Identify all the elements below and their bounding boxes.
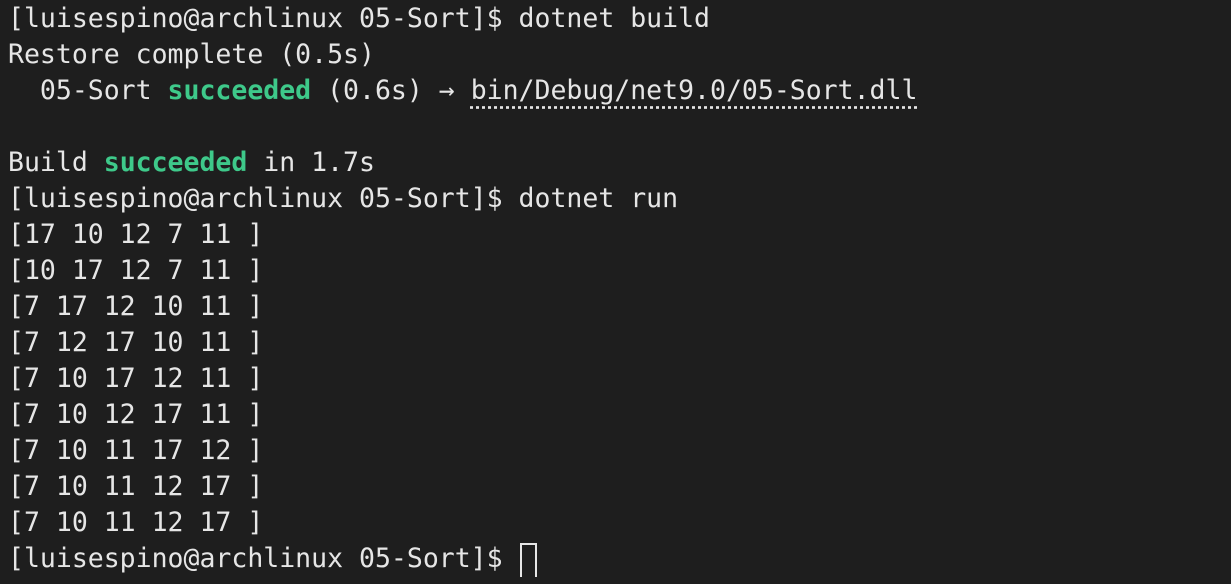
output-path-link[interactable]: bin/Debug/net9.0/05-Sort.dll (471, 75, 918, 106)
project-name: 05-Sort (8, 75, 168, 106)
output-line: [7 10 12 17 11 ] (8, 399, 264, 430)
shell-prompt: [luisespino@archlinux 05-Sort]$ (8, 543, 519, 574)
build-summary-time: in 1.7s (247, 147, 375, 178)
shell-prompt: [luisespino@archlinux 05-Sort]$ (8, 183, 519, 214)
output-line: [7 10 11 12 17 ] (8, 507, 264, 538)
command-text: dotnet build (518, 3, 710, 34)
command-line-build: [luisespino@archlinux 05-Sort]$ dotnet b… (8, 1, 1231, 37)
output-line: [7 12 17 10 11 ] (8, 327, 264, 358)
build-summary-prefix: Build (8, 147, 104, 178)
terminal-window[interactable]: [luisespino@archlinux 05-Sort]$ dotnet b… (0, 0, 1231, 584)
text-cursor (519, 543, 537, 577)
succeeded-status: succeeded (167, 75, 312, 106)
build-summary-line: Build succeeded in 1.7s (8, 145, 1231, 181)
output-line: [10 17 12 7 11 ] (8, 255, 264, 286)
command-line-run: [luisespino@archlinux 05-Sort]$ dotnet r… (8, 181, 1231, 217)
output-line: [7 17 12 10 11 ] (8, 291, 264, 322)
shell-prompt: [luisespino@archlinux 05-Sort]$ (8, 3, 519, 34)
output-line: [7 10 11 17 12 ] (8, 435, 264, 466)
build-succeeded-status: succeeded (103, 147, 248, 178)
restore-status-line: Restore complete (0.5s) (8, 39, 375, 70)
project-build-line: 05-Sort succeeded (0.6s) → bin/Debug/net… (8, 73, 1231, 109)
output-line: [17 10 12 7 11 ] (8, 219, 264, 250)
output-line: [7 10 17 12 11 ] (8, 363, 264, 394)
command-text: dotnet run (518, 183, 679, 214)
command-line-current[interactable]: [luisespino@archlinux 05-Sort]$ (8, 541, 1231, 577)
output-line: [7 10 11 12 17 ] (8, 471, 264, 502)
project-build-time: (0.6s) → (311, 75, 471, 106)
